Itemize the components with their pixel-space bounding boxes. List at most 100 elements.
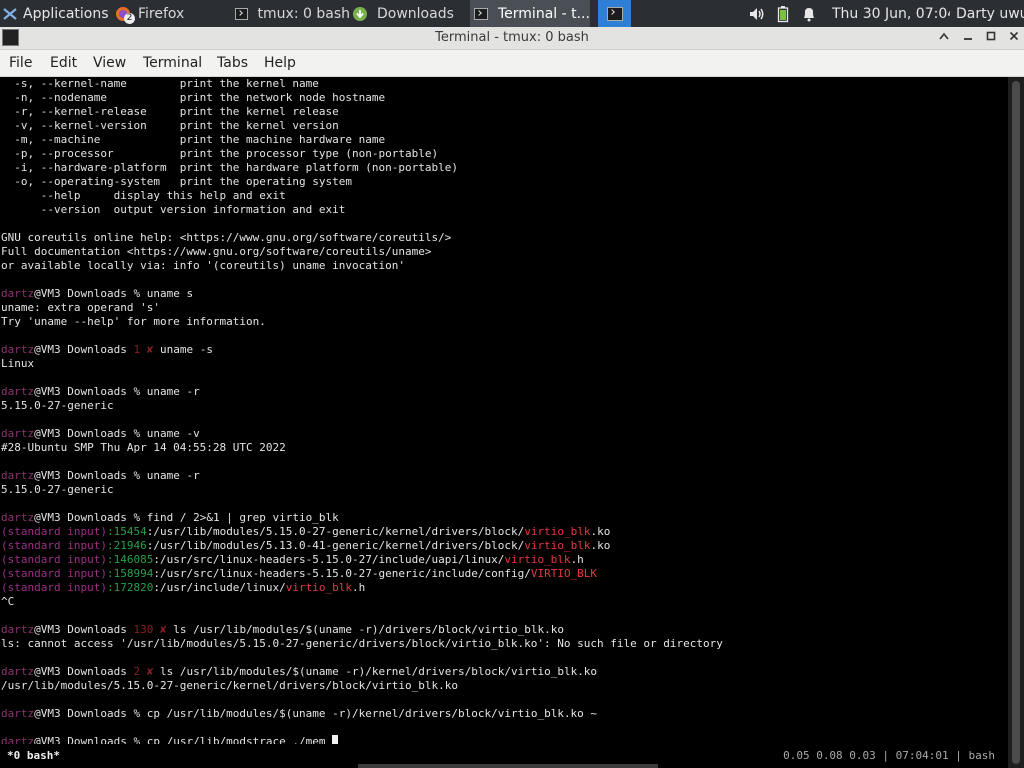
grep-path: :/usr/src/linux-headers-5.15.0-27-generi… bbox=[153, 567, 531, 580]
grep-line-number: :158994 bbox=[106, 567, 154, 580]
prompt-user: dartz bbox=[1, 707, 35, 720]
prompt-host: @VM3 Downloads bbox=[34, 385, 134, 398]
terminal-icon bbox=[606, 6, 623, 21]
menu-help[interactable]: Help bbox=[264, 50, 296, 76]
command-text: uname -r bbox=[140, 469, 200, 482]
command-text: uname -s bbox=[153, 343, 213, 356]
grep-line-number: :172820 bbox=[106, 581, 154, 594]
grep-path: :/usr/include/linux/ bbox=[153, 581, 286, 594]
output-line: #28-Ubuntu SMP Thu Apr 14 04:55:28 UTC 2… bbox=[1, 441, 286, 454]
help-line: -p, --processor print the processor type… bbox=[1, 147, 439, 160]
clock[interactable]: Thu 30 Jun, 07:04 bbox=[832, 0, 950, 27]
help-line: Full documentation <https://www.gnu.org/… bbox=[1, 245, 432, 258]
prompt-host: @VM3 Downloads bbox=[34, 735, 134, 744]
grep-result-line: (standard input):172820:/usr/include/lin… bbox=[0, 581, 1008, 595]
taskbar-tmux-label: tmux: 0 bash bbox=[257, 5, 350, 22]
prompt-line: dartz@VM3 Downloads 130 ✘ ls /usr/lib/mo… bbox=[0, 623, 1008, 637]
chevron-up-icon bbox=[939, 32, 949, 40]
menu-bar: File Edit View Terminal Tabs Help bbox=[0, 50, 1024, 77]
help-line: -n, --nodename print the network node ho… bbox=[1, 91, 386, 104]
prompt-line: dartz@VM3 Downloads % uname -r bbox=[0, 385, 1008, 399]
shade-button[interactable] bbox=[933, 27, 955, 49]
grep-source: (standard input) bbox=[1, 567, 107, 580]
prompt-user: dartz bbox=[1, 385, 35, 398]
grep-result-line: (standard input):146085:/usr/src/linux-h… bbox=[0, 553, 1008, 567]
help-line: or available locally via: info '(coreuti… bbox=[1, 259, 405, 272]
grep-path: :/usr/lib/modules/5.15.0-27-generic/kern… bbox=[146, 525, 525, 538]
minimize-button[interactable] bbox=[957, 27, 979, 49]
close-button[interactable] bbox=[1003, 27, 1024, 49]
prompt-user: dartz bbox=[1, 665, 35, 678]
command-text: uname -r bbox=[140, 385, 200, 398]
grep-path: :/usr/lib/modules/5.13.0-41-generic/kern… bbox=[146, 539, 525, 552]
taskbar-firefox[interactable]: 2 Firefox bbox=[112, 0, 230, 27]
prompt-line: dartz@VM3 Downloads % find / 2>&1 | grep… bbox=[0, 511, 1008, 525]
menu-edit[interactable]: Edit bbox=[50, 50, 77, 76]
terminal-icon bbox=[235, 7, 248, 20]
prompt-user: dartz bbox=[1, 427, 35, 440]
taskbar-terminal[interactable]: Terminal - t... bbox=[470, 0, 590, 27]
prompt-line: dartz@VM3 Downloads % uname s bbox=[0, 287, 1008, 301]
firefox-icon: 2 bbox=[114, 4, 135, 24]
terminal-output[interactable]: -s, --kernel-name print the kernel name … bbox=[0, 77, 1008, 744]
prompt-line: dartz@VM3 Downloads 2 ✘ ls /usr/lib/modu… bbox=[0, 665, 1008, 679]
taskbar-downloads[interactable]: Downloads bbox=[352, 0, 468, 27]
volume-button[interactable] bbox=[748, 0, 768, 27]
output-line: ls: cannot access '/usr/lib/modules/5.15… bbox=[1, 637, 723, 650]
command-input[interactable]: cp /usr/lib/modstrace ./mem bbox=[140, 735, 332, 744]
horizontal-scrollbar[interactable] bbox=[358, 764, 658, 768]
prompt-line: dartz@VM3 Downloads 1 ✘ uname -s bbox=[0, 343, 1008, 357]
menu-terminal[interactable]: Terminal bbox=[143, 50, 202, 76]
command-text: find / 2>&1 | grep virtio_blk bbox=[140, 511, 339, 524]
user-menu[interactable]: Darty uwu bbox=[956, 0, 1024, 27]
grep-suffix: .h bbox=[352, 581, 366, 594]
grep-match: VIRTIO_BLK bbox=[530, 567, 598, 580]
maximize-button[interactable] bbox=[980, 27, 1002, 49]
clock-label: Thu 30 Jun, 07:04 bbox=[832, 5, 950, 22]
prompt-status: 1 ✘ bbox=[133, 343, 154, 356]
window-titlebar[interactable]: Terminal - tmux: 0 bash bbox=[0, 27, 1024, 50]
grep-match: virtio_blk bbox=[504, 553, 571, 566]
notifications-button[interactable] bbox=[802, 0, 818, 27]
prompt-host: @VM3 Downloads bbox=[34, 511, 134, 524]
help-line: -s, --kernel-name print the kernel name bbox=[1, 77, 319, 90]
help-line bbox=[0, 273, 1008, 287]
output-line: 5.15.0-27-generic bbox=[1, 399, 114, 412]
prompt-host: @VM3 Downloads bbox=[34, 427, 134, 440]
taskbar-tmux[interactable]: tmux: 0 bash bbox=[232, 0, 350, 27]
taskbar-terminal-label: Terminal - t... bbox=[498, 5, 590, 22]
grep-suffix: .h bbox=[570, 553, 584, 566]
applications-menu[interactable]: Applications bbox=[2, 0, 110, 27]
prompt-host: @VM3 Downloads bbox=[34, 469, 134, 482]
prompt-line: dartz@VM3 Downloads % cp /usr/lib/modstr… bbox=[0, 735, 1008, 744]
menu-file[interactable]: File bbox=[9, 50, 32, 76]
battery-icon bbox=[777, 5, 789, 22]
menu-view[interactable]: View bbox=[93, 50, 126, 76]
menu-tabs[interactable]: Tabs bbox=[217, 50, 248, 76]
command-text: ls /usr/lib/modules/$(uname -r)/kernel/d… bbox=[153, 665, 598, 678]
prompt-host: @VM3 Downloads bbox=[34, 707, 134, 720]
output-line: /usr/lib/modules/5.15.0-27-generic/kerne… bbox=[1, 679, 458, 692]
workspace-switcher[interactable] bbox=[598, 0, 631, 27]
help-line: -m, --machine print the machine hardware… bbox=[1, 133, 386, 146]
prompt-line: dartz@VM3 Downloads % cp /usr/lib/module… bbox=[0, 707, 1008, 721]
taskbar-downloads-label: Downloads bbox=[377, 5, 454, 22]
prompt-host: @VM3 Downloads bbox=[34, 343, 134, 356]
help-line: --help display this help and exit bbox=[1, 189, 286, 202]
prompt-user: dartz bbox=[1, 343, 35, 356]
vertical-scrollbar[interactable] bbox=[1008, 77, 1024, 768]
tmux-window-list[interactable]: *0 bash* bbox=[7, 748, 60, 764]
grep-line-number: :146085 bbox=[106, 553, 154, 566]
grep-source: (standard input) bbox=[1, 553, 107, 566]
user-name: Darty uwu bbox=[956, 5, 1024, 22]
prompt-user: dartz bbox=[1, 511, 35, 524]
grep-result-line: (standard input):21946:/usr/lib/modules/… bbox=[0, 539, 1008, 553]
terminal-icon bbox=[474, 7, 488, 20]
prompt-line: dartz@VM3 Downloads % uname -r bbox=[0, 469, 1008, 483]
command-text: cp /usr/lib/modules/$(uname -r)/kernel/d… bbox=[140, 707, 598, 720]
scrollbar-thumb[interactable] bbox=[1012, 81, 1020, 764]
command-text: uname s bbox=[140, 287, 194, 300]
battery-button[interactable] bbox=[777, 0, 791, 27]
help-line: -o, --operating-system print the operati… bbox=[1, 175, 352, 188]
prompt-host: @VM3 Downloads bbox=[34, 287, 134, 300]
